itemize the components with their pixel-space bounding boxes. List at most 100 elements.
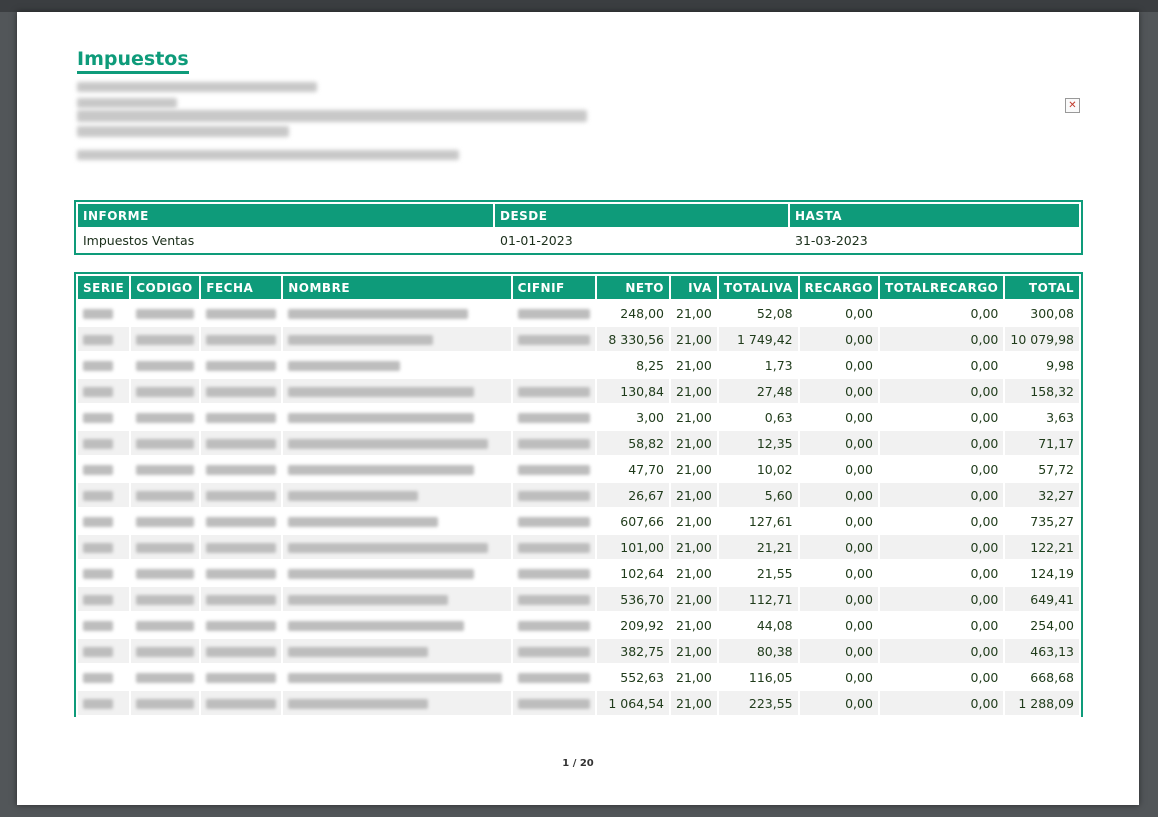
redacted-text [83, 439, 113, 449]
cell-codigo-redacted [131, 613, 199, 637]
data-header-row: SERIE CODIGO FECHA NOMBRE CIFNIF NETO IV… [78, 276, 1079, 299]
cell-total: 649,41 [1005, 587, 1079, 611]
cell-recargo: 0,00 [799, 327, 878, 351]
cell-total: 57,72 [1038, 461, 1074, 477]
cell-total: 735,27 [1030, 513, 1074, 529]
redacted-text [288, 673, 503, 683]
cell-neto: 130,84 [596, 379, 670, 403]
cell-fecha-redacted [201, 379, 282, 403]
col-header-total: TOTAL [1005, 276, 1079, 299]
cell-serie-redacted [78, 613, 129, 637]
cell-recargo: 0,00 [845, 513, 873, 529]
redacted-text [136, 621, 195, 631]
cell-recargo: 0,00 [799, 535, 878, 559]
redacted-text [136, 387, 195, 397]
table-row: 552,63 21,00 116,05 0,00 0,00 668,68 [78, 665, 1079, 689]
cell-codigo-redacted [131, 327, 200, 351]
table-row: 607,66 21,00 127,61 0,00 0,00 735,27 [78, 509, 1079, 533]
redacted-text [136, 335, 195, 345]
cell-fecha-redacted [201, 665, 281, 689]
cell-nombre-redacted [283, 353, 510, 377]
cell-neto: 26,67 [596, 483, 670, 507]
col-header-iva: IVA [671, 276, 717, 299]
cell-nombre-redacted [283, 587, 511, 611]
cell-codigo-redacted [131, 509, 199, 533]
redacted-text [206, 309, 277, 319]
redacted-text [136, 595, 195, 605]
cell-neto: 47,70 [628, 461, 665, 477]
cell-cifnif-redacted [512, 483, 595, 507]
cell-iva: 21,00 [671, 483, 717, 507]
cell-totaliva: 10,02 [756, 461, 793, 477]
cell-cifnif-redacted [512, 431, 595, 455]
cell-recargo: 0,00 [799, 483, 878, 507]
cell-serie-redacted [78, 353, 129, 377]
cell-totalrecargo: 0,00 [970, 357, 999, 373]
cell-totaliva: 0,63 [764, 409, 793, 425]
cell-recargo: 0,00 [799, 431, 878, 455]
redacted-text [517, 439, 590, 449]
redacted-text [83, 673, 113, 683]
cell-recargo: 0,00 [799, 691, 878, 715]
redacted-text [288, 543, 489, 553]
redacted-text [517, 595, 590, 605]
cell-iva: 21,00 [676, 513, 712, 529]
redacted-text [288, 569, 475, 579]
cell-cifnif-redacted [513, 301, 595, 325]
redacted-text [136, 647, 195, 657]
cell-totalrecargo: 0,00 [879, 327, 1004, 351]
cell-totalrecargo: 0,00 [970, 669, 999, 685]
redacted-text [136, 465, 195, 475]
info-header-row: INFORME DESDE HASTA [78, 204, 1079, 227]
redacted-text [206, 387, 277, 397]
cell-fecha-redacted [201, 535, 282, 559]
cell-totalrecargo: 0,00 [879, 535, 1004, 559]
redacted-text [517, 413, 590, 423]
redacted-text [136, 439, 195, 449]
redacted-text [206, 647, 277, 657]
cell-iva: 21,00 [671, 587, 717, 611]
redacted-text [206, 621, 277, 631]
cell-fecha-redacted [201, 353, 281, 377]
cell-recargo: 0,00 [845, 617, 873, 633]
redacted-text [206, 569, 277, 579]
info-value-informe: Impuestos Ventas [83, 232, 195, 248]
close-icon[interactable]: ✕ [1065, 98, 1080, 113]
cell-total: 1 288,09 [1005, 691, 1079, 715]
cell-serie-redacted [78, 405, 129, 429]
cell-recargo: 0,00 [799, 379, 878, 403]
redacted-text [83, 361, 113, 371]
redacted-text [288, 647, 429, 657]
cell-totalrecargo: 0,00 [879, 639, 1004, 663]
table-row: 8 330,56 21,00 1 749,42 0,00 0,00 10 079,98 [78, 327, 1079, 351]
cell-serie-redacted [78, 301, 129, 325]
redacted-text [136, 517, 195, 527]
cell-serie-redacted [78, 587, 130, 611]
table-row: 536,70 21,00 112,71 0,00 0,00 649,41 [78, 587, 1079, 611]
cell-nombre-redacted [283, 509, 510, 533]
info-value-row: Impuestos Ventas 01-01-2023 31-03-2023 [78, 229, 1079, 251]
cell-serie-redacted [78, 665, 129, 689]
redacted-text [517, 309, 590, 319]
cell-neto: 209,92 [620, 617, 665, 633]
cell-codigo-redacted [131, 301, 199, 325]
cell-serie-redacted [78, 457, 129, 481]
cell-cifnif-redacted [512, 535, 595, 559]
cell-codigo-redacted [131, 457, 199, 481]
redacted-text [83, 543, 113, 553]
cell-codigo-redacted [131, 535, 200, 559]
redacted-text [83, 517, 113, 527]
redacted-text [136, 491, 195, 501]
cell-cifnif-redacted [512, 639, 595, 663]
col-header-fecha: FECHA [201, 276, 282, 299]
cell-serie-redacted [78, 691, 130, 715]
cell-total: 9,98 [1046, 357, 1074, 373]
col-header-recargo: RECARGO [799, 276, 878, 299]
cell-codigo-redacted [131, 561, 199, 585]
cell-totaliva: 1,73 [764, 357, 793, 373]
redacted-text [517, 647, 590, 657]
cell-recargo: 0,00 [799, 639, 878, 663]
info-value-hasta: 31-03-2023 [795, 232, 868, 248]
redacted-text [83, 569, 113, 579]
cell-fecha-redacted [201, 405, 281, 429]
